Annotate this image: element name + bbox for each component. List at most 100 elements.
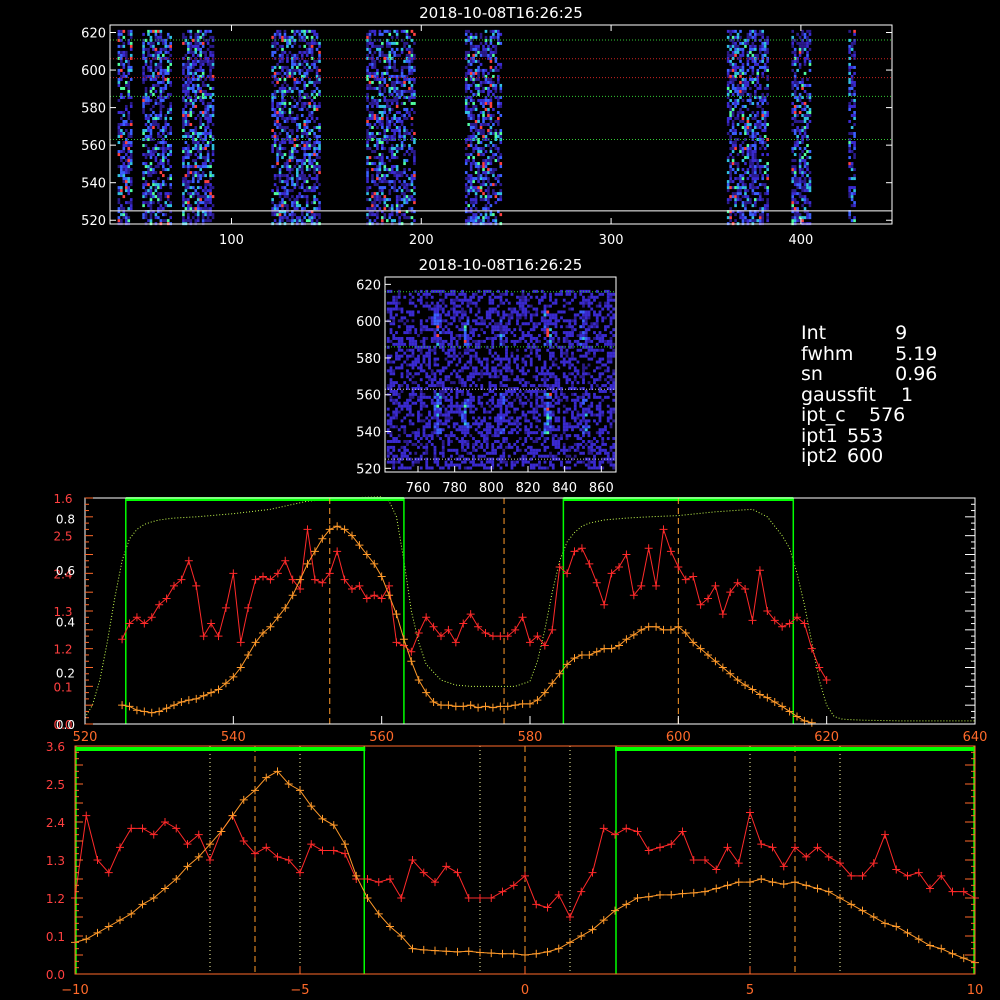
heatmap-pixel <box>313 83 316 87</box>
heatmap-pixel <box>271 198 274 202</box>
heatmap-pixel <box>444 339 448 343</box>
heatmap-pixel <box>406 331 409 335</box>
heatmap-pixel <box>305 198 309 202</box>
heatmap-pixel <box>466 442 470 446</box>
heatmap-pixel <box>122 168 126 172</box>
heatmap-pixel <box>182 147 185 151</box>
heatmap-pixel <box>159 98 163 102</box>
heatmap-pixel <box>201 68 205 72</box>
heatmap-pixel <box>169 186 173 190</box>
heatmap-pixel <box>444 331 448 335</box>
heatmap-pixel <box>209 189 212 193</box>
heatmap-pixel <box>413 80 416 84</box>
heatmap-pixel <box>801 41 804 45</box>
heatmap-pixel <box>477 186 480 190</box>
heatmap-pixel <box>144 122 148 126</box>
heatmap-pixel <box>308 219 311 223</box>
heatmap-pixel <box>283 116 287 120</box>
heatmap-pixel <box>793 159 797 163</box>
heatmap-pixel <box>191 59 195 63</box>
heatmap-pixel <box>444 325 448 329</box>
heatmap-pixel <box>144 86 148 90</box>
heatmap-pixel <box>166 192 170 196</box>
heatmap-pixel <box>766 77 769 81</box>
heatmap-pixel <box>398 135 401 139</box>
heatmap-pixel <box>739 59 742 63</box>
heatmap-pixel <box>308 47 311 51</box>
heatmap-pixel <box>206 195 210 199</box>
heatmap-pixel <box>366 132 369 136</box>
heatmap-pixel <box>182 89 185 93</box>
heatmap-pixel <box>378 189 382 193</box>
heatmap-pixel <box>441 428 445 432</box>
heatmap-pixel <box>746 80 750 84</box>
heatmap-pixel <box>162 80 165 84</box>
heatmap-pixel <box>209 29 212 33</box>
heatmap-pixel <box>157 101 160 105</box>
heatmap-pixel <box>447 322 451 326</box>
heatmap-pixel <box>408 62 411 66</box>
heatmap-pixel <box>127 144 131 148</box>
heatmap-pixel <box>754 186 757 190</box>
heatmap-pixel <box>414 357 418 361</box>
heatmap-pixel <box>499 141 503 145</box>
heatmap-pixel <box>286 216 289 220</box>
heatmap-pixel <box>422 354 426 358</box>
heatmap-pixel <box>144 201 148 205</box>
heatmap-pixel <box>366 162 369 166</box>
heatmap-pixel <box>124 50 128 54</box>
heatmap-pixel <box>278 89 282 93</box>
heatmap-pixel <box>749 183 752 187</box>
heatmap-pixel <box>209 53 212 57</box>
heatmap-pixel <box>293 62 297 66</box>
heatmap-pixel <box>461 448 464 452</box>
heatmap-pixel <box>313 32 316 36</box>
heatmap-pixel <box>464 219 468 223</box>
heatmap-pixel <box>199 53 202 57</box>
heatmap-pixel <box>447 439 451 443</box>
heatmap-pixel <box>758 83 762 87</box>
heatmap-pixel <box>189 110 193 114</box>
heatmap-pixel <box>166 32 170 36</box>
heatmap-pixel <box>479 83 483 87</box>
heatmap-pixel <box>366 159 369 163</box>
heatmap-pixel <box>400 122 404 126</box>
heatmap-pixel <box>127 150 131 154</box>
heatmap-pixel <box>853 92 856 96</box>
heatmap-pixel <box>472 126 475 130</box>
heatmap-pixel <box>414 363 418 367</box>
heatmap-pixel <box>278 144 282 148</box>
heatmap-pixel <box>184 98 188 102</box>
heatmap-pixel <box>793 132 797 136</box>
heatmap-pixel <box>467 107 471 111</box>
heatmap-pixel <box>405 174 409 178</box>
heatmap-pixel <box>162 104 165 108</box>
heatmap-pixel <box>305 126 309 130</box>
heatmap-pixel <box>447 351 451 355</box>
heatmap-pixel <box>201 201 205 205</box>
heatmap-pixel <box>734 50 737 54</box>
heatmap-pixel <box>791 195 795 199</box>
heatmap-pixel <box>388 159 392 163</box>
heatmap-pixel <box>286 53 289 57</box>
heatmap-pixel <box>211 92 215 96</box>
heatmap-pixel <box>147 113 150 117</box>
heatmap-pixel <box>746 68 750 72</box>
heatmap-pixel <box>417 372 420 376</box>
heatmap-pixel <box>499 213 503 217</box>
heatmap-pixel <box>129 168 133 172</box>
heatmap-pixel <box>293 165 297 169</box>
heatmap-pixel <box>739 147 742 151</box>
heatmap-pixel <box>499 183 503 187</box>
heatmap-pixel <box>117 77 121 81</box>
heatmap-pixel <box>383 180 387 184</box>
heatmap-pixel <box>758 59 762 63</box>
heatmap-pixel <box>273 165 277 169</box>
heatmap-pixel <box>164 156 168 160</box>
heatmap-pixel <box>419 322 423 326</box>
heatmap-pixel <box>729 195 732 199</box>
heatmap-pixel <box>122 165 126 169</box>
heatmap-pixel <box>300 159 304 163</box>
heatmap-pixel <box>410 207 414 211</box>
heatmap-pixel <box>154 165 158 169</box>
